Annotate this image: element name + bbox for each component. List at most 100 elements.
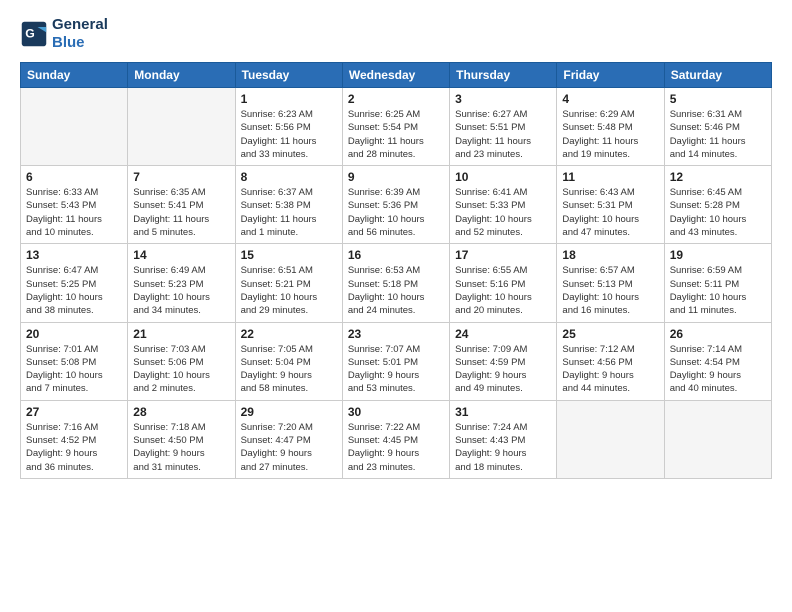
day-info: Sunrise: 7:03 AM Sunset: 5:06 PM Dayligh… [133, 343, 229, 396]
logo-icon: G [20, 20, 48, 48]
day-info: Sunrise: 6:59 AM Sunset: 5:11 PM Dayligh… [670, 264, 766, 317]
day-number: 19 [670, 248, 766, 262]
day-info: Sunrise: 7:09 AM Sunset: 4:59 PM Dayligh… [455, 343, 551, 396]
calendar-cell [21, 88, 128, 166]
calendar-cell: 28 Sunrise: 7:18 AM Sunset: 4:50 PM Dayli… [128, 400, 235, 478]
calendar-cell: 31 Sunrise: 7:24 AM Sunset: 4:43 PM Dayli… [450, 400, 557, 478]
day-info: Sunrise: 6:35 AM Sunset: 5:41 PM Dayligh… [133, 186, 229, 239]
calendar-cell: 7Sunrise: 6:35 AM Sunset: 5:41 PM Daylig… [128, 166, 235, 244]
weekday-header-tuesday: Tuesday [235, 63, 342, 88]
day-number: 26 [670, 327, 766, 341]
calendar-week-row: 27 Sunrise: 7:16 AM Sunset: 4:52 PM Dayli… [21, 400, 772, 478]
logo: G General Blue [20, 16, 108, 52]
calendar-cell: 26Sunrise: 7:14 AM Sunset: 4:54 PM Dayli… [664, 322, 771, 400]
day-number: 3 [455, 92, 551, 106]
day-info: Sunrise: 6:39 AM Sunset: 5:36 PM Dayligh… [348, 186, 444, 239]
day-info: Sunrise: 6:51 AM Sunset: 5:21 PM Dayligh… [241, 264, 337, 317]
calendar-cell: 24 Sunrise: 7:09 AM Sunset: 4:59 PM Dayli… [450, 322, 557, 400]
calendar-cell: 12Sunrise: 6:45 AM Sunset: 5:28 PM Dayli… [664, 166, 771, 244]
weekday-header-saturday: Saturday [664, 63, 771, 88]
calendar-cell: 20Sunrise: 7:01 AM Sunset: 5:08 PM Dayli… [21, 322, 128, 400]
weekday-header-sunday: Sunday [21, 63, 128, 88]
day-number: 6 [26, 170, 122, 184]
calendar-cell: 2 Sunrise: 6:25 AM Sunset: 5:54 PM Daylig… [342, 88, 449, 166]
day-number: 17 [455, 248, 551, 262]
calendar-cell: 16 Sunrise: 6:53 AM Sunset: 5:18 PM Dayli… [342, 244, 449, 322]
calendar-cell: 8Sunrise: 6:37 AM Sunset: 5:38 PM Daylig… [235, 166, 342, 244]
calendar-cell [557, 400, 664, 478]
day-number: 4 [562, 92, 658, 106]
day-number: 18 [562, 248, 658, 262]
day-number: 27 [26, 405, 122, 419]
day-info: Sunrise: 7:07 AM Sunset: 5:01 PM Dayligh… [348, 343, 444, 396]
calendar-cell: 17 Sunrise: 6:55 AM Sunset: 5:16 PM Dayli… [450, 244, 557, 322]
calendar-week-row: 20Sunrise: 7:01 AM Sunset: 5:08 PM Dayli… [21, 322, 772, 400]
day-number: 2 [348, 92, 444, 106]
day-info: Sunrise: 6:49 AM Sunset: 5:23 PM Dayligh… [133, 264, 229, 317]
day-number: 11 [562, 170, 658, 184]
day-info: Sunrise: 6:29 AM Sunset: 5:48 PM Dayligh… [562, 108, 658, 161]
calendar-cell: 11 Sunrise: 6:43 AM Sunset: 5:31 PM Dayli… [557, 166, 664, 244]
day-number: 20 [26, 327, 122, 341]
day-info: Sunrise: 6:47 AM Sunset: 5:25 PM Dayligh… [26, 264, 122, 317]
calendar-cell: 21Sunrise: 7:03 AM Sunset: 5:06 PM Dayli… [128, 322, 235, 400]
day-info: Sunrise: 7:20 AM Sunset: 4:47 PM Dayligh… [241, 421, 337, 474]
page-header: G General Blue [20, 16, 772, 52]
calendar-week-row: 1Sunrise: 6:23 AM Sunset: 5:56 PM Daylig… [21, 88, 772, 166]
day-info: Sunrise: 7:18 AM Sunset: 4:50 PM Dayligh… [133, 421, 229, 474]
calendar-cell: 5 Sunrise: 6:31 AM Sunset: 5:46 PM Daylig… [664, 88, 771, 166]
day-info: Sunrise: 7:12 AM Sunset: 4:56 PM Dayligh… [562, 343, 658, 396]
calendar-cell: 15 Sunrise: 6:51 AM Sunset: 5:21 PM Dayli… [235, 244, 342, 322]
calendar-cell: 18 Sunrise: 6:57 AM Sunset: 5:13 PM Dayli… [557, 244, 664, 322]
calendar-cell: 27 Sunrise: 7:16 AM Sunset: 4:52 PM Dayli… [21, 400, 128, 478]
svg-text:G: G [25, 27, 35, 41]
day-number: 13 [26, 248, 122, 262]
day-info: Sunrise: 6:55 AM Sunset: 5:16 PM Dayligh… [455, 264, 551, 317]
day-info: Sunrise: 6:23 AM Sunset: 5:56 PM Dayligh… [241, 108, 337, 161]
calendar-cell [128, 88, 235, 166]
calendar-cell: 29 Sunrise: 7:20 AM Sunset: 4:47 PM Dayli… [235, 400, 342, 478]
day-number: 8 [241, 170, 337, 184]
calendar-cell: 30 Sunrise: 7:22 AM Sunset: 4:45 PM Dayli… [342, 400, 449, 478]
day-number: 30 [348, 405, 444, 419]
day-info: Sunrise: 6:41 AM Sunset: 5:33 PM Dayligh… [455, 186, 551, 239]
day-number: 23 [348, 327, 444, 341]
calendar-cell: 13 Sunrise: 6:47 AM Sunset: 5:25 PM Dayli… [21, 244, 128, 322]
day-number: 28 [133, 405, 229, 419]
day-number: 5 [670, 92, 766, 106]
day-info: Sunrise: 6:25 AM Sunset: 5:54 PM Dayligh… [348, 108, 444, 161]
logo-blue: Blue [52, 34, 108, 52]
calendar-cell: 3Sunrise: 6:27 AM Sunset: 5:51 PM Daylig… [450, 88, 557, 166]
day-number: 16 [348, 248, 444, 262]
calendar-cell: 10Sunrise: 6:41 AM Sunset: 5:33 PM Dayli… [450, 166, 557, 244]
calendar-table: SundayMondayTuesdayWednesdayThursdayFrid… [20, 62, 772, 479]
day-info: Sunrise: 7:16 AM Sunset: 4:52 PM Dayligh… [26, 421, 122, 474]
calendar-cell: 4 Sunrise: 6:29 AM Sunset: 5:48 PM Daylig… [557, 88, 664, 166]
day-info: Sunrise: 6:53 AM Sunset: 5:18 PM Dayligh… [348, 264, 444, 317]
day-info: Sunrise: 7:22 AM Sunset: 4:45 PM Dayligh… [348, 421, 444, 474]
day-number: 22 [241, 327, 337, 341]
calendar-cell: 23 Sunrise: 7:07 AM Sunset: 5:01 PM Dayli… [342, 322, 449, 400]
day-number: 24 [455, 327, 551, 341]
day-info: Sunrise: 7:24 AM Sunset: 4:43 PM Dayligh… [455, 421, 551, 474]
calendar-cell: 22 Sunrise: 7:05 AM Sunset: 5:04 PM Dayli… [235, 322, 342, 400]
day-number: 14 [133, 248, 229, 262]
calendar-cell [664, 400, 771, 478]
calendar-cell: 25 Sunrise: 7:12 AM Sunset: 4:56 PM Dayli… [557, 322, 664, 400]
day-number: 31 [455, 405, 551, 419]
calendar-cell: 1Sunrise: 6:23 AM Sunset: 5:56 PM Daylig… [235, 88, 342, 166]
calendar-cell: 14 Sunrise: 6:49 AM Sunset: 5:23 PM Dayli… [128, 244, 235, 322]
day-info: Sunrise: 6:43 AM Sunset: 5:31 PM Dayligh… [562, 186, 658, 239]
day-info: Sunrise: 7:05 AM Sunset: 5:04 PM Dayligh… [241, 343, 337, 396]
calendar-cell: 6 Sunrise: 6:33 AM Sunset: 5:43 PM Daylig… [21, 166, 128, 244]
day-number: 29 [241, 405, 337, 419]
weekday-header-friday: Friday [557, 63, 664, 88]
day-number: 15 [241, 248, 337, 262]
calendar-header-row: SundayMondayTuesdayWednesdayThursdayFrid… [21, 63, 772, 88]
day-info: Sunrise: 6:33 AM Sunset: 5:43 PM Dayligh… [26, 186, 122, 239]
day-info: Sunrise: 6:57 AM Sunset: 5:13 PM Dayligh… [562, 264, 658, 317]
day-info: Sunrise: 6:45 AM Sunset: 5:28 PM Dayligh… [670, 186, 766, 239]
day-number: 25 [562, 327, 658, 341]
calendar-week-row: 6 Sunrise: 6:33 AM Sunset: 5:43 PM Daylig… [21, 166, 772, 244]
day-info: Sunrise: 6:31 AM Sunset: 5:46 PM Dayligh… [670, 108, 766, 161]
